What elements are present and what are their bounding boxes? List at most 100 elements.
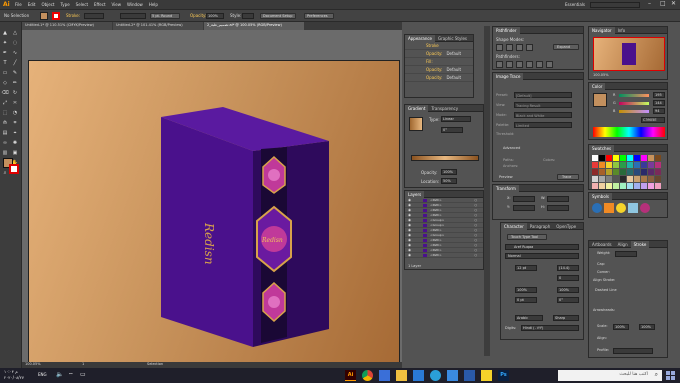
zoom-level[interactable]: 100.05%: [25, 362, 41, 367]
swatch[interactable]: [655, 176, 661, 182]
swatch[interactable]: [641, 155, 647, 161]
store-taskbar-icon[interactable]: [413, 370, 424, 381]
gradient-tool-icon[interactable]: ▤: [1, 129, 9, 137]
pen-tool-icon[interactable]: ✒: [1, 49, 9, 57]
profile-select[interactable]: [613, 348, 653, 354]
swatch[interactable]: [620, 162, 626, 168]
swatch[interactable]: [627, 176, 633, 182]
arrow-scale-end[interactable]: 100%: [639, 324, 655, 330]
document-setup-button[interactable]: Document Setup: [260, 13, 296, 19]
tab-pathfinder[interactable]: Pathfinder: [493, 26, 520, 34]
expand-button[interactable]: Expand: [553, 44, 579, 50]
swatch[interactable]: [641, 162, 647, 168]
swatch[interactable]: [655, 162, 661, 168]
touch-type-tool-button[interactable]: Touch Type Tool: [507, 234, 547, 240]
swatch[interactable]: [620, 176, 626, 182]
color-b-field[interactable]: 94: [653, 108, 665, 114]
edge-taskbar-icon[interactable]: [430, 370, 441, 381]
swatch[interactable]: [592, 155, 598, 161]
lasso-tool-icon[interactable]: ◌: [11, 39, 19, 47]
target-icon[interactable]: ○: [474, 218, 477, 222]
swatch[interactable]: [599, 183, 605, 189]
rectangle-tool-icon[interactable]: ▭: [1, 69, 9, 77]
swatch[interactable]: [620, 183, 626, 189]
artboard[interactable]: Redisn Redisn: [28, 60, 400, 366]
swatch[interactable]: [599, 162, 605, 168]
line-tool-icon[interactable]: ╱: [11, 59, 19, 67]
document-tab-2[interactable]: Untitled-2* @ 101.41% (RGB/Preview): [113, 22, 203, 30]
color-spectrum[interactable]: [593, 127, 665, 137]
shape-mode-1-icon[interactable]: [496, 44, 503, 51]
target-icon[interactable]: ○: [474, 243, 477, 247]
swatch[interactable]: [648, 155, 654, 161]
eraser-tool-icon[interactable]: ⌫: [1, 89, 9, 97]
color-r-slider[interactable]: [619, 94, 649, 97]
swatch[interactable]: [592, 169, 598, 175]
appearance-row[interactable]: Stroke: [405, 42, 473, 50]
swatch[interactable]: [634, 155, 640, 161]
perspective-grid-tool-icon[interactable]: ⟰: [1, 119, 9, 127]
tab-graphic-styles[interactable]: Graphic Styles: [435, 35, 470, 42]
stroke-swatch[interactable]: [52, 12, 60, 20]
eye-icon[interactable]: ◉: [408, 253, 411, 257]
eye-icon[interactable]: ◉: [408, 243, 411, 247]
swatch[interactable]: [606, 162, 612, 168]
font-style-select[interactable]: Normal: [505, 253, 579, 259]
taskbar-time[interactable]: ۱۰:۰۴ م: [4, 370, 18, 374]
paintbrush-tool-icon[interactable]: ✎: [11, 69, 19, 77]
swatch[interactable]: [627, 155, 633, 161]
chrome-taskbar-icon[interactable]: [362, 370, 373, 381]
swatch[interactable]: [599, 155, 605, 161]
minimize-button[interactable]: –: [648, 1, 651, 7]
menu-select[interactable]: Select: [76, 3, 88, 7]
swatch[interactable]: [592, 176, 598, 182]
box-artwork[interactable]: Redisn Redisn: [29, 61, 401, 367]
eye-icon[interactable]: ◉: [408, 223, 411, 227]
taskbar-date[interactable]: ۲۰۲۰/۰۸/۲۷: [4, 376, 24, 380]
start-button[interactable]: [666, 371, 675, 380]
artboard-tool-icon[interactable]: ▣: [11, 149, 19, 157]
document-tab-1[interactable]: Untitled-1* @ 110.51% (CMYK/Preview): [22, 22, 112, 30]
trace-setting-select[interactable]: Black and White: [514, 112, 572, 118]
word-taskbar-icon[interactable]: [464, 370, 475, 381]
speaker-icon[interactable]: 🔈: [56, 371, 63, 378]
eye-icon[interactable]: ◉: [408, 238, 411, 242]
direct-selection-tool-icon[interactable]: △: [11, 29, 19, 37]
tracking-field[interactable]: 0: [557, 275, 579, 281]
swatch[interactable]: [634, 176, 640, 182]
tab-gradient[interactable]: Gradient: [405, 104, 429, 112]
menu-view[interactable]: View: [112, 3, 122, 7]
target-icon[interactable]: ○: [474, 233, 477, 237]
fill-swatch[interactable]: [40, 12, 48, 20]
target-icon[interactable]: ○: [474, 208, 477, 212]
horizontal-scale-field[interactable]: 100%: [515, 287, 537, 293]
color-g-slider[interactable]: [619, 102, 649, 105]
antialias-select[interactable]: Sharp: [553, 315, 579, 321]
target-icon[interactable]: ○: [474, 213, 477, 217]
trace-setting-select[interactable]: Limited: [514, 122, 572, 128]
swatch[interactable]: [613, 176, 619, 182]
tab-transform[interactable]: Transform: [493, 184, 519, 192]
swatch[interactable]: [599, 176, 605, 182]
swatch[interactable]: [641, 176, 647, 182]
shape-builder-tool-icon[interactable]: ◔: [11, 109, 19, 117]
taskbar-search-box[interactable]: ⌕ اكتب هنا للبحث: [558, 370, 662, 381]
gradient-opacity-field[interactable]: 100%: [441, 169, 457, 175]
symbol-5[interactable]: [640, 203, 650, 213]
target-icon[interactable]: ○: [474, 228, 477, 232]
appearance-row[interactable]: Opacity: Default: [405, 74, 473, 82]
tab-artboards[interactable]: Artboards: [589, 241, 615, 248]
pathfinder-1-icon[interactable]: [496, 61, 503, 68]
transform-x-field[interactable]: [513, 196, 535, 202]
transform-y-field[interactable]: [513, 205, 535, 211]
free-transform-tool-icon[interactable]: ⬚: [1, 109, 9, 117]
menu-object[interactable]: Object: [41, 3, 54, 7]
color-b-slider[interactable]: [619, 110, 649, 113]
eye-icon[interactable]: ◉: [408, 213, 411, 217]
trace-setting-select[interactable]: Tracing Result: [514, 102, 572, 108]
column-graph-tool-icon[interactable]: ▥: [1, 149, 9, 157]
target-icon[interactable]: ○: [474, 238, 477, 242]
eye-icon[interactable]: ◉: [408, 228, 411, 232]
eye-icon[interactable]: ◉: [408, 233, 411, 237]
maximize-button[interactable]: □: [660, 1, 666, 7]
